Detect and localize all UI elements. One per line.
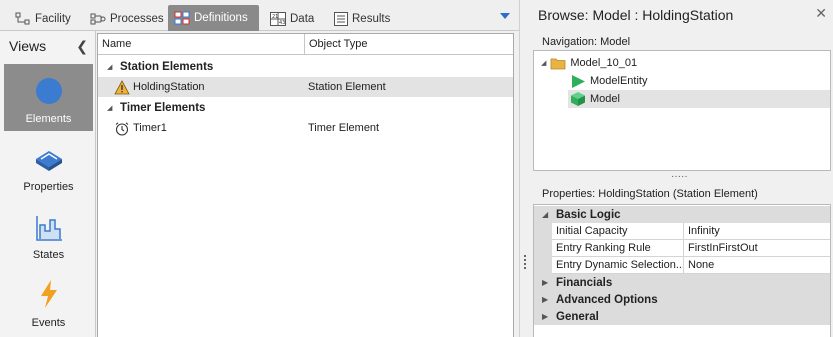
browse-title: Browse: Model : HoldingStation xyxy=(538,7,734,23)
tree-item-model[interactable]: Model xyxy=(568,90,830,108)
column-header-name[interactable]: Name xyxy=(98,34,305,55)
property-row[interactable]: Entry Dynamic Selection... None xyxy=(534,257,830,274)
elements-grid: Name Object Type ◢ Station Elements Hold… xyxy=(97,33,514,337)
tab-definitions[interactable]: Definitions xyxy=(168,5,259,31)
property-grid: ◢ Basic Logic Initial Capacity Infinity … xyxy=(533,204,831,337)
window-tab-bar: Facility Processes Definitions 21 43 Dat… xyxy=(0,0,519,31)
tab-data[interactable]: 21 43 Data xyxy=(264,6,320,31)
tab-processes[interactable]: Processes xyxy=(84,6,170,31)
view-label: Properties xyxy=(23,181,74,193)
states-icon xyxy=(35,216,62,241)
property-category-advanced-options[interactable]: ▶ Advanced Options xyxy=(534,291,830,308)
column-header-object-type[interactable]: Object Type xyxy=(305,34,513,55)
grid-header: Name Object Type xyxy=(98,34,513,55)
tab-label: Processes xyxy=(110,12,164,25)
tree-item-model-entity[interactable]: ModelEntity xyxy=(570,72,647,90)
tree-item-label: Model xyxy=(590,93,620,105)
results-icon xyxy=(334,11,348,26)
collapse-triangle-icon[interactable]: ◢ xyxy=(542,210,550,219)
property-category-financials[interactable]: ▶ Financials xyxy=(534,274,830,291)
view-states[interactable]: States xyxy=(4,200,93,267)
row-name: Timer1 xyxy=(133,122,167,134)
tab-label: Results xyxy=(352,12,391,25)
svg-text:43: 43 xyxy=(279,20,285,26)
tab-label: Data xyxy=(290,12,315,25)
tab-results[interactable]: Results xyxy=(328,6,396,31)
group-row-station-elements[interactable]: ◢ Station Elements xyxy=(98,57,513,77)
expand-triangle-icon[interactable]: ▶ xyxy=(542,312,550,321)
navigation-tree: ◢ Model_10_01 ModelEntity Model xyxy=(533,50,831,171)
category-label: Financials xyxy=(556,276,613,289)
view-elements[interactable]: Elements xyxy=(4,64,93,131)
property-key: Initial Capacity xyxy=(552,223,684,240)
close-icon[interactable]: ✕ xyxy=(815,5,827,22)
category-label: Advanced Options xyxy=(556,293,658,306)
collapse-triangle-icon[interactable]: ◢ xyxy=(541,59,546,67)
tab-label: Definitions xyxy=(194,12,248,24)
property-key: Entry Ranking Rule xyxy=(552,240,684,257)
expand-triangle-icon[interactable]: ▶ xyxy=(542,295,550,304)
vertical-splitter[interactable] xyxy=(519,0,531,337)
expand-triangle-icon[interactable]: ▶ xyxy=(542,278,550,287)
row-object-type: Station Element xyxy=(308,81,386,93)
collapse-triangle-icon[interactable]: ◢ xyxy=(107,104,114,112)
properties-label: Properties: HoldingStation (Station Elem… xyxy=(542,188,758,200)
svg-text:21: 21 xyxy=(272,14,278,20)
horizontal-splitter-grip-icon[interactable]: ····· xyxy=(671,172,688,182)
table-row[interactable]: Timer1 Timer Element xyxy=(98,118,513,138)
property-value[interactable]: FirstInFirstOut xyxy=(684,240,830,257)
events-icon xyxy=(40,280,57,308)
tree-item-root[interactable]: ◢ Model_10_01 xyxy=(541,54,637,72)
view-label: Elements xyxy=(25,113,72,125)
property-category-basic-logic[interactable]: ◢ Basic Logic xyxy=(534,206,830,223)
property-value[interactable]: Infinity xyxy=(684,223,830,240)
navigation-label: Navigation: Model xyxy=(542,36,631,48)
table-row[interactable]: HoldingStation Station Element xyxy=(98,77,513,97)
views-title: Views xyxy=(9,38,47,54)
view-properties[interactable]: Properties xyxy=(4,132,93,199)
splitter-grip-icon[interactable] xyxy=(524,255,527,271)
left-pane: Facility Processes Definitions 21 43 Dat… xyxy=(0,0,519,337)
browse-pane: Browse: Model : HoldingStation ✕ Navigat… xyxy=(531,0,833,337)
entity-icon xyxy=(572,74,585,88)
collapse-chevron-icon[interactable]: ❮ xyxy=(76,38,88,55)
property-key: Entry Dynamic Selection... xyxy=(552,257,684,274)
tree-item-label: ModelEntity xyxy=(590,75,648,87)
property-row[interactable]: Entry Ranking Rule FirstInFirstOut xyxy=(534,240,830,257)
model-cube-icon xyxy=(571,92,585,106)
tab-label: Facility xyxy=(35,12,71,25)
category-label: Basic Logic xyxy=(556,208,621,221)
category-label: General xyxy=(556,310,599,323)
elements-icon xyxy=(35,78,62,104)
property-row[interactable]: Initial Capacity Infinity xyxy=(534,223,830,240)
view-label: Events xyxy=(31,317,66,329)
group-row-timer-elements[interactable]: ◢ Timer Elements xyxy=(98,98,513,118)
view-events[interactable]: Events xyxy=(4,268,93,335)
properties-icon xyxy=(35,151,62,171)
view-label: States xyxy=(32,249,65,261)
warning-icon xyxy=(114,79,130,94)
property-value[interactable]: None xyxy=(684,257,830,274)
definitions-icon xyxy=(174,11,190,25)
views-panel: Views ❮ Elements Properties States Event… xyxy=(0,31,96,337)
row-name: HoldingStation xyxy=(133,81,205,93)
processes-icon xyxy=(90,13,106,24)
group-label: Station Elements xyxy=(120,61,214,73)
row-object-type: Timer Element xyxy=(308,122,380,134)
timer-icon xyxy=(115,121,129,136)
data-icon: 21 43 xyxy=(270,11,286,26)
property-category-general[interactable]: ▶ General xyxy=(534,308,830,325)
folder-icon xyxy=(550,58,566,69)
facility-icon xyxy=(15,12,30,24)
views-header: Views ❮ xyxy=(0,31,96,61)
collapse-triangle-icon[interactable]: ◢ xyxy=(107,63,114,71)
group-label: Timer Elements xyxy=(120,102,206,114)
tab-list-dropdown-icon[interactable] xyxy=(499,11,511,21)
tree-item-label: Model_10_01 xyxy=(570,57,638,69)
tab-facility[interactable]: Facility xyxy=(9,6,77,31)
